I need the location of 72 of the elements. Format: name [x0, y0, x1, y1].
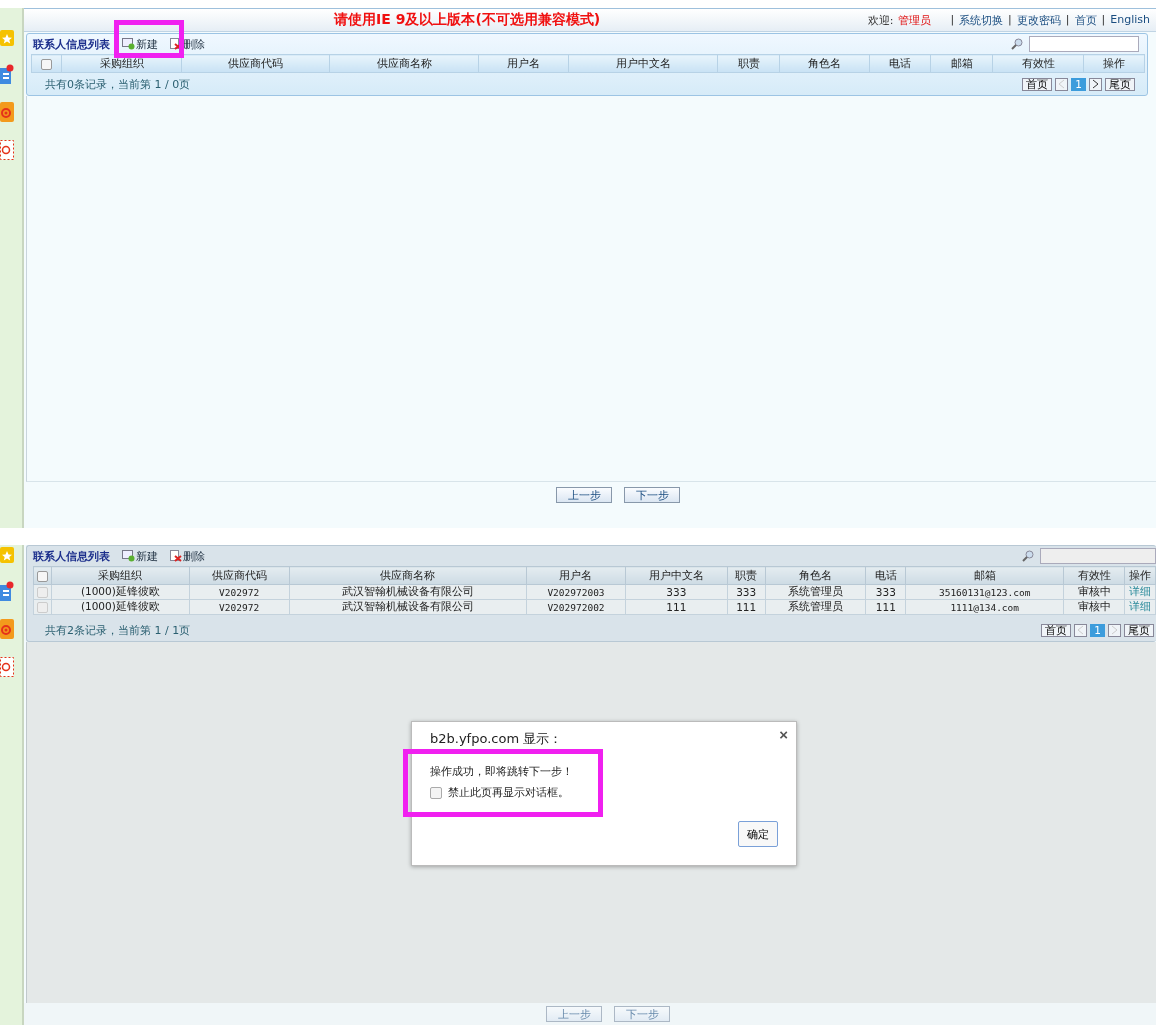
next-page-button[interactable]: [1089, 77, 1102, 91]
welcome-label: 欢迎:: [867, 12, 894, 28]
search-field[interactable]: [1029, 36, 1139, 52]
notebook-icon[interactable]: [0, 64, 14, 84]
previous-step-button[interactable]: 上一步: [556, 487, 612, 503]
delete-button[interactable]: 删除: [170, 548, 205, 564]
checkbox[interactable]: [41, 58, 52, 70]
column-header: 用户名: [526, 566, 626, 585]
nav-separator: |: [1065, 12, 1070, 28]
nav-separator: |: [950, 12, 955, 28]
new-button[interactable]: 新建: [122, 36, 158, 52]
search-field[interactable]: [1040, 548, 1156, 564]
search-icon: [1022, 550, 1034, 562]
nav-link[interactable]: 首页: [1074, 12, 1097, 28]
nav-link[interactable]: English: [1110, 12, 1150, 28]
checkbox[interactable]: [37, 570, 48, 582]
nav-separator: |: [1101, 12, 1106, 28]
grid-title: 联系人信息列表: [33, 36, 110, 52]
column-header: 邮箱: [930, 54, 993, 73]
highlight-frame: [114, 20, 184, 58]
last-page-button[interactable]: 尾页: [1105, 77, 1135, 91]
checkbox[interactable]: [37, 587, 48, 599]
first-page-button[interactable]: 首页: [1022, 77, 1053, 91]
column-header: 邮箱: [905, 566, 1064, 585]
nav-link[interactable]: 更改密码: [1016, 12, 1061, 28]
first-page-button[interactable]: 首页: [1041, 623, 1072, 637]
column-header: 采购组织: [51, 566, 190, 585]
checkbox[interactable]: [430, 787, 442, 799]
column-header: 角色名: [779, 54, 870, 73]
column-header: 有效性: [1063, 566, 1125, 585]
grid-title: 联系人信息列表: [33, 548, 110, 564]
dialog-message: 操作成功，即将跳转下一步！: [430, 765, 573, 779]
column-header: 职责: [727, 566, 766, 585]
chevron-right-icon: [1111, 625, 1118, 635]
dialog-title: b2b.yfpo.com 显示：: [430, 730, 563, 748]
search-icon: [1011, 38, 1023, 50]
record-summary: 共有0条记录，当前第 1 / 0页: [45, 76, 191, 92]
column-header: 供应商代码: [189, 566, 290, 585]
chevron-left-icon: [1058, 79, 1066, 89]
page-cross-icon: [170, 38, 182, 50]
window-plus-icon: [122, 550, 135, 562]
column-header: 电话: [865, 566, 906, 585]
ok-button[interactable]: 确定: [738, 821, 778, 847]
column-header: 角色名: [765, 566, 866, 585]
column-header: 职责: [717, 54, 780, 73]
column-header: 有效性: [992, 54, 1084, 73]
column-header: 供应商名称: [329, 54, 479, 73]
column-header: 供应商名称: [289, 566, 527, 585]
nav-separator: |: [1008, 12, 1012, 28]
column-header: 供应商代码: [181, 54, 330, 73]
page-cross-icon: [170, 550, 182, 562]
notebook-icon[interactable]: [0, 581, 14, 601]
column-header: 电话: [869, 54, 931, 73]
nav-link[interactable]: 系统切换: [959, 12, 1004, 28]
checkbox-label: 禁止此页再显示对话框。: [448, 786, 569, 800]
column-header: 用户名: [478, 54, 569, 73]
column-header: 用户中文名: [625, 566, 728, 585]
chevron-right-icon: [1092, 79, 1099, 89]
column-header: 操作: [1124, 566, 1156, 585]
delete-button[interactable]: 删除: [170, 36, 205, 52]
new-button[interactable]: 新建: [122, 548, 158, 564]
last-page-button[interactable]: 尾页: [1124, 623, 1154, 637]
record-summary: 共有2条记录，当前第 1 / 1页: [45, 622, 191, 638]
user-name: 管理员: [898, 12, 932, 28]
column-header: 用户中文名: [568, 54, 718, 73]
column-header: 操作: [1083, 54, 1145, 73]
close-button[interactable]: ×: [777, 726, 790, 743]
chevron-left-icon: [1077, 625, 1085, 635]
checkbox[interactable]: [37, 602, 48, 614]
window-plus-icon: [122, 38, 135, 50]
next-step-button[interactable]: 下一步: [624, 487, 680, 503]
browser-notice: 请使用IE 9及以上版本(不可选用兼容模式): [334, 11, 601, 29]
